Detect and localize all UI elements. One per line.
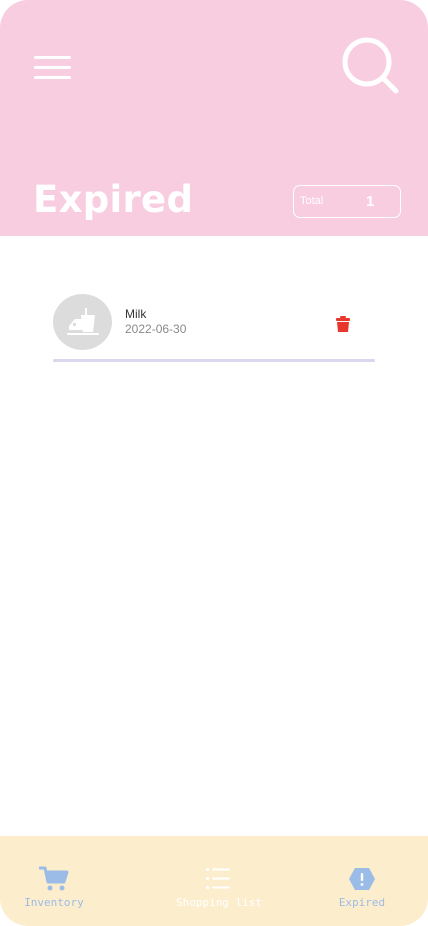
item-name: Milk [125,307,147,321]
app-screen: Expired Total 1 Milk 2022-06-30 Inventor… [0,0,428,926]
header: Expired Total 1 [0,0,428,236]
list-item[interactable]: Milk 2022-06-30 [53,294,375,362]
trash-icon [336,316,350,332]
item-divider [53,359,375,362]
menu-icon-line [34,76,71,79]
total-badge: Total 1 [293,185,401,218]
nav-item-inventory[interactable]: Inventory [14,836,94,926]
page-title: Expired [33,178,194,221]
food-drink-icon [67,308,99,335]
nav-item-shopping-list[interactable]: Shopping list [164,836,274,926]
nav-label-shopping-list: Shopping list [175,896,263,909]
total-label: Total [300,195,324,207]
nav-label-expired: Expired [338,896,386,909]
total-count: 1 [366,193,375,210]
item-expiry-date: 2022-06-30 [125,322,187,336]
nav-item-expired[interactable]: Expired [322,836,402,926]
cart-icon [38,866,69,892]
search-icon [342,37,399,94]
menu-button[interactable] [34,54,72,80]
delete-button[interactable] [333,314,353,334]
menu-icon-line [34,66,71,69]
item-avatar [53,294,112,350]
bottom-nav: Inventory Shopping list Expired [0,836,428,926]
nav-label-inventory: Inventory [24,896,84,909]
list-icon [204,866,234,892]
menu-icon-line [34,56,71,59]
alert-hexagon-icon [347,866,377,892]
search-button[interactable] [340,36,400,96]
